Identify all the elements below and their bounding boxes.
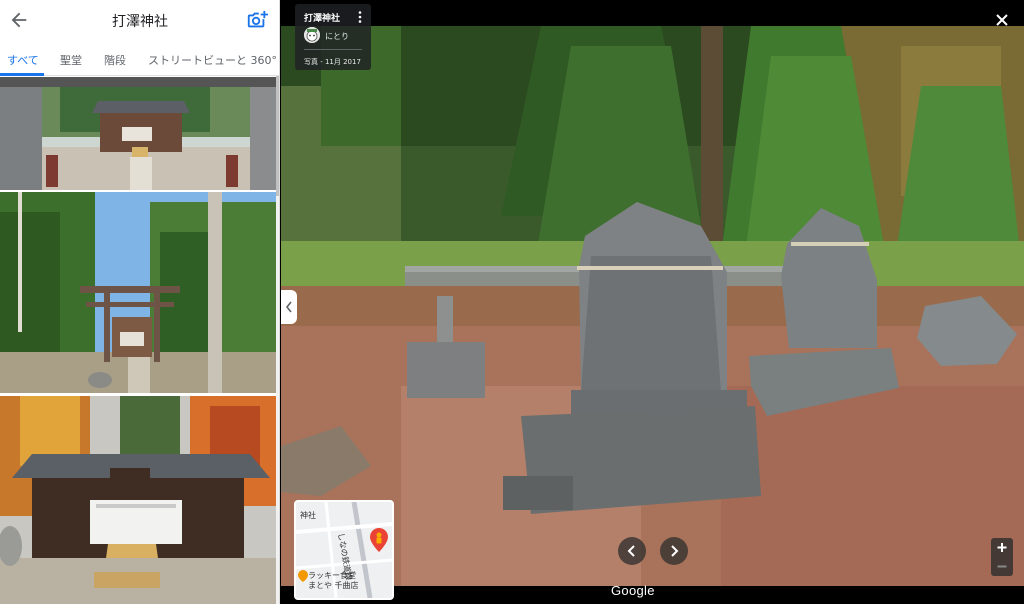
avatar-face-icon [304,27,320,43]
zoom-controls [991,538,1013,576]
google-logo: Google [611,583,655,598]
minimap-label: 神社 [300,511,316,520]
previous-photo-button[interactable] [618,537,646,565]
more-options-icon[interactable] [355,10,365,24]
photo-date: 写真 - 11月 2017 [304,58,361,66]
photo-thumbnail-3[interactable] [0,396,276,604]
photo-thumbnail-1[interactable] [0,77,276,190]
torii-forest-photo [0,192,276,393]
zoom-in-icon[interactable] [991,538,1013,557]
photo-panel: 打澤神社 すべて 聖堂 階段 ストリートビューと 360° ビ [0,0,280,604]
add-photo-icon[interactable] [246,9,268,31]
back-arrow-icon[interactable] [8,9,30,31]
shrine-building-photo [0,396,276,604]
photo-category-tabs: すべて 聖堂 階段 ストリートビューと 360° ビ [0,42,279,76]
user-avatar[interactable] [304,27,320,43]
chevron-right-icon [671,545,679,557]
contributor-name[interactable]: にとり [325,31,349,42]
location-pin-icon [370,528,388,552]
scrollbar-thumb[interactable] [276,76,279,196]
minimap-label: まとや 千曲店 [308,581,359,590]
photo-thumbnail-2[interactable] [0,192,276,393]
restaurant-pin-icon [298,570,308,582]
tab-shrine[interactable]: 聖堂 [60,52,82,68]
divider [304,49,362,50]
page-title: 打澤神社 [112,14,168,30]
chevron-left-icon [285,301,292,313]
tab-street-view-360[interactable]: ストリートビューと 360° ビ [148,52,279,68]
active-tab-indicator [0,73,44,76]
tab-all[interactable]: すべて [7,52,39,68]
close-icon[interactable] [994,12,1010,28]
tab-stairs[interactable]: 階段 [104,52,126,68]
panel-scrollbar[interactable] [276,76,279,604]
minimap[interactable]: 神社 しなの鉄道線 ラッキー食堂 まとや 千曲店 [294,500,394,600]
next-photo-button[interactable] [660,537,688,565]
collapse-panel-button[interactable] [281,290,297,324]
zoom-out-icon[interactable] [991,557,1013,576]
street-view-viewer[interactable]: 打澤神社 にとり 写真 - 11月 2017 神社 しなの鉄道線 ラッキー食堂 … [281,0,1024,604]
photo-info-card: 打澤神社 にとり 写真 - 11月 2017 [295,4,371,70]
panel-header: 打澤神社 [0,0,279,42]
shrine-gate-photo [0,77,276,190]
chevron-left-icon [627,545,635,557]
place-name: 打澤神社 [304,14,341,24]
